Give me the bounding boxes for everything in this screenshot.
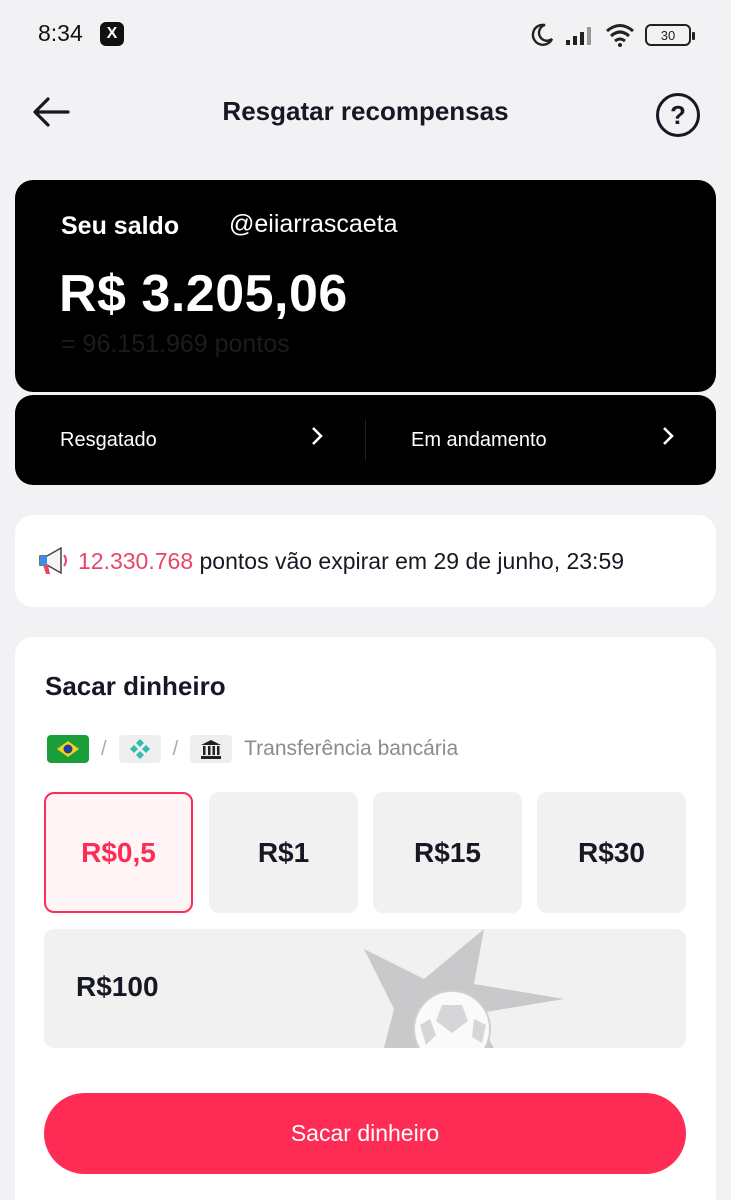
chevron-right-icon: [661, 425, 675, 454]
payment-method-label: Transferência bancária: [244, 737, 459, 760]
soccer-ball-icon: [364, 929, 564, 1048]
moon-icon: [531, 23, 554, 46]
expiry-message: pontos vão expirar em 29 de junho, 23:59: [193, 548, 625, 574]
expiry-notice: 12.330.768 pontos vão expirar em 29 de j…: [15, 515, 716, 607]
withdraw-submit-button[interactable]: Sacar dinheiro: [44, 1093, 686, 1174]
payment-method-row[interactable]: / / Transferência bancária: [47, 734, 458, 764]
battery-icon: 30: [645, 24, 695, 46]
amount-option-1[interactable]: R$1: [209, 792, 358, 913]
help-button[interactable]: ?: [656, 93, 700, 137]
question-icon: ?: [670, 99, 686, 130]
amount-option-100-label: R$100: [76, 971, 159, 1002]
withdraw-title: Sacar dinheiro: [45, 671, 226, 701]
separator: /: [172, 737, 179, 760]
status-divider: [365, 419, 366, 461]
status-icons: 30: [529, 20, 695, 50]
balance-amount: R$ 3.205,06: [59, 265, 348, 323]
brazil-flag-icon: [47, 735, 89, 763]
in-progress-link[interactable]: Em andamento: [411, 395, 711, 485]
pix-icon: [118, 735, 161, 763]
amount-option-30[interactable]: R$30: [537, 792, 686, 913]
balance-card: Seu saldo @eiiarrascaeta R$ 3.205,06 = 9…: [15, 180, 716, 392]
amount-option-0-5[interactable]: R$0,5: [44, 792, 193, 913]
amount-option-15[interactable]: R$15: [373, 792, 522, 913]
expiring-points: 12.330.768: [78, 548, 194, 574]
redeemed-link[interactable]: Resgatado: [60, 395, 360, 485]
battery-level: 30: [660, 27, 676, 43]
x-app-icon: X: [100, 22, 124, 46]
balance-username: @eiiarrascaeta: [229, 210, 398, 238]
status-time: 8:34: [38, 20, 83, 46]
in-progress-label: Em andamento: [411, 428, 547, 451]
megaphone-icon: [39, 546, 67, 575]
chevron-right-icon: [310, 425, 324, 454]
withdraw-card: Sacar dinheiro / / Transferência bancári…: [15, 637, 716, 1200]
wifi-icon: [606, 24, 634, 47]
status-bar: 8:34 X 30: [0, 0, 731, 70]
header: Resgatar recompensas ?: [0, 80, 731, 144]
bank-icon: [190, 735, 233, 763]
notice-text: 12.330.768 pontos vão expirar em 29 de j…: [78, 548, 624, 575]
balance-points: = 96.151.969 pontos: [61, 330, 290, 358]
page-title: Resgatar recompensas: [222, 96, 509, 126]
separator: /: [101, 737, 107, 760]
balance-label: Seu saldo: [61, 212, 180, 240]
signal-icon: [566, 27, 591, 45]
redeemed-label: Resgatado: [60, 428, 157, 451]
amount-option-100[interactable]: R$100: [44, 929, 686, 1048]
status-card: Resgatado Em andamento: [15, 395, 716, 485]
